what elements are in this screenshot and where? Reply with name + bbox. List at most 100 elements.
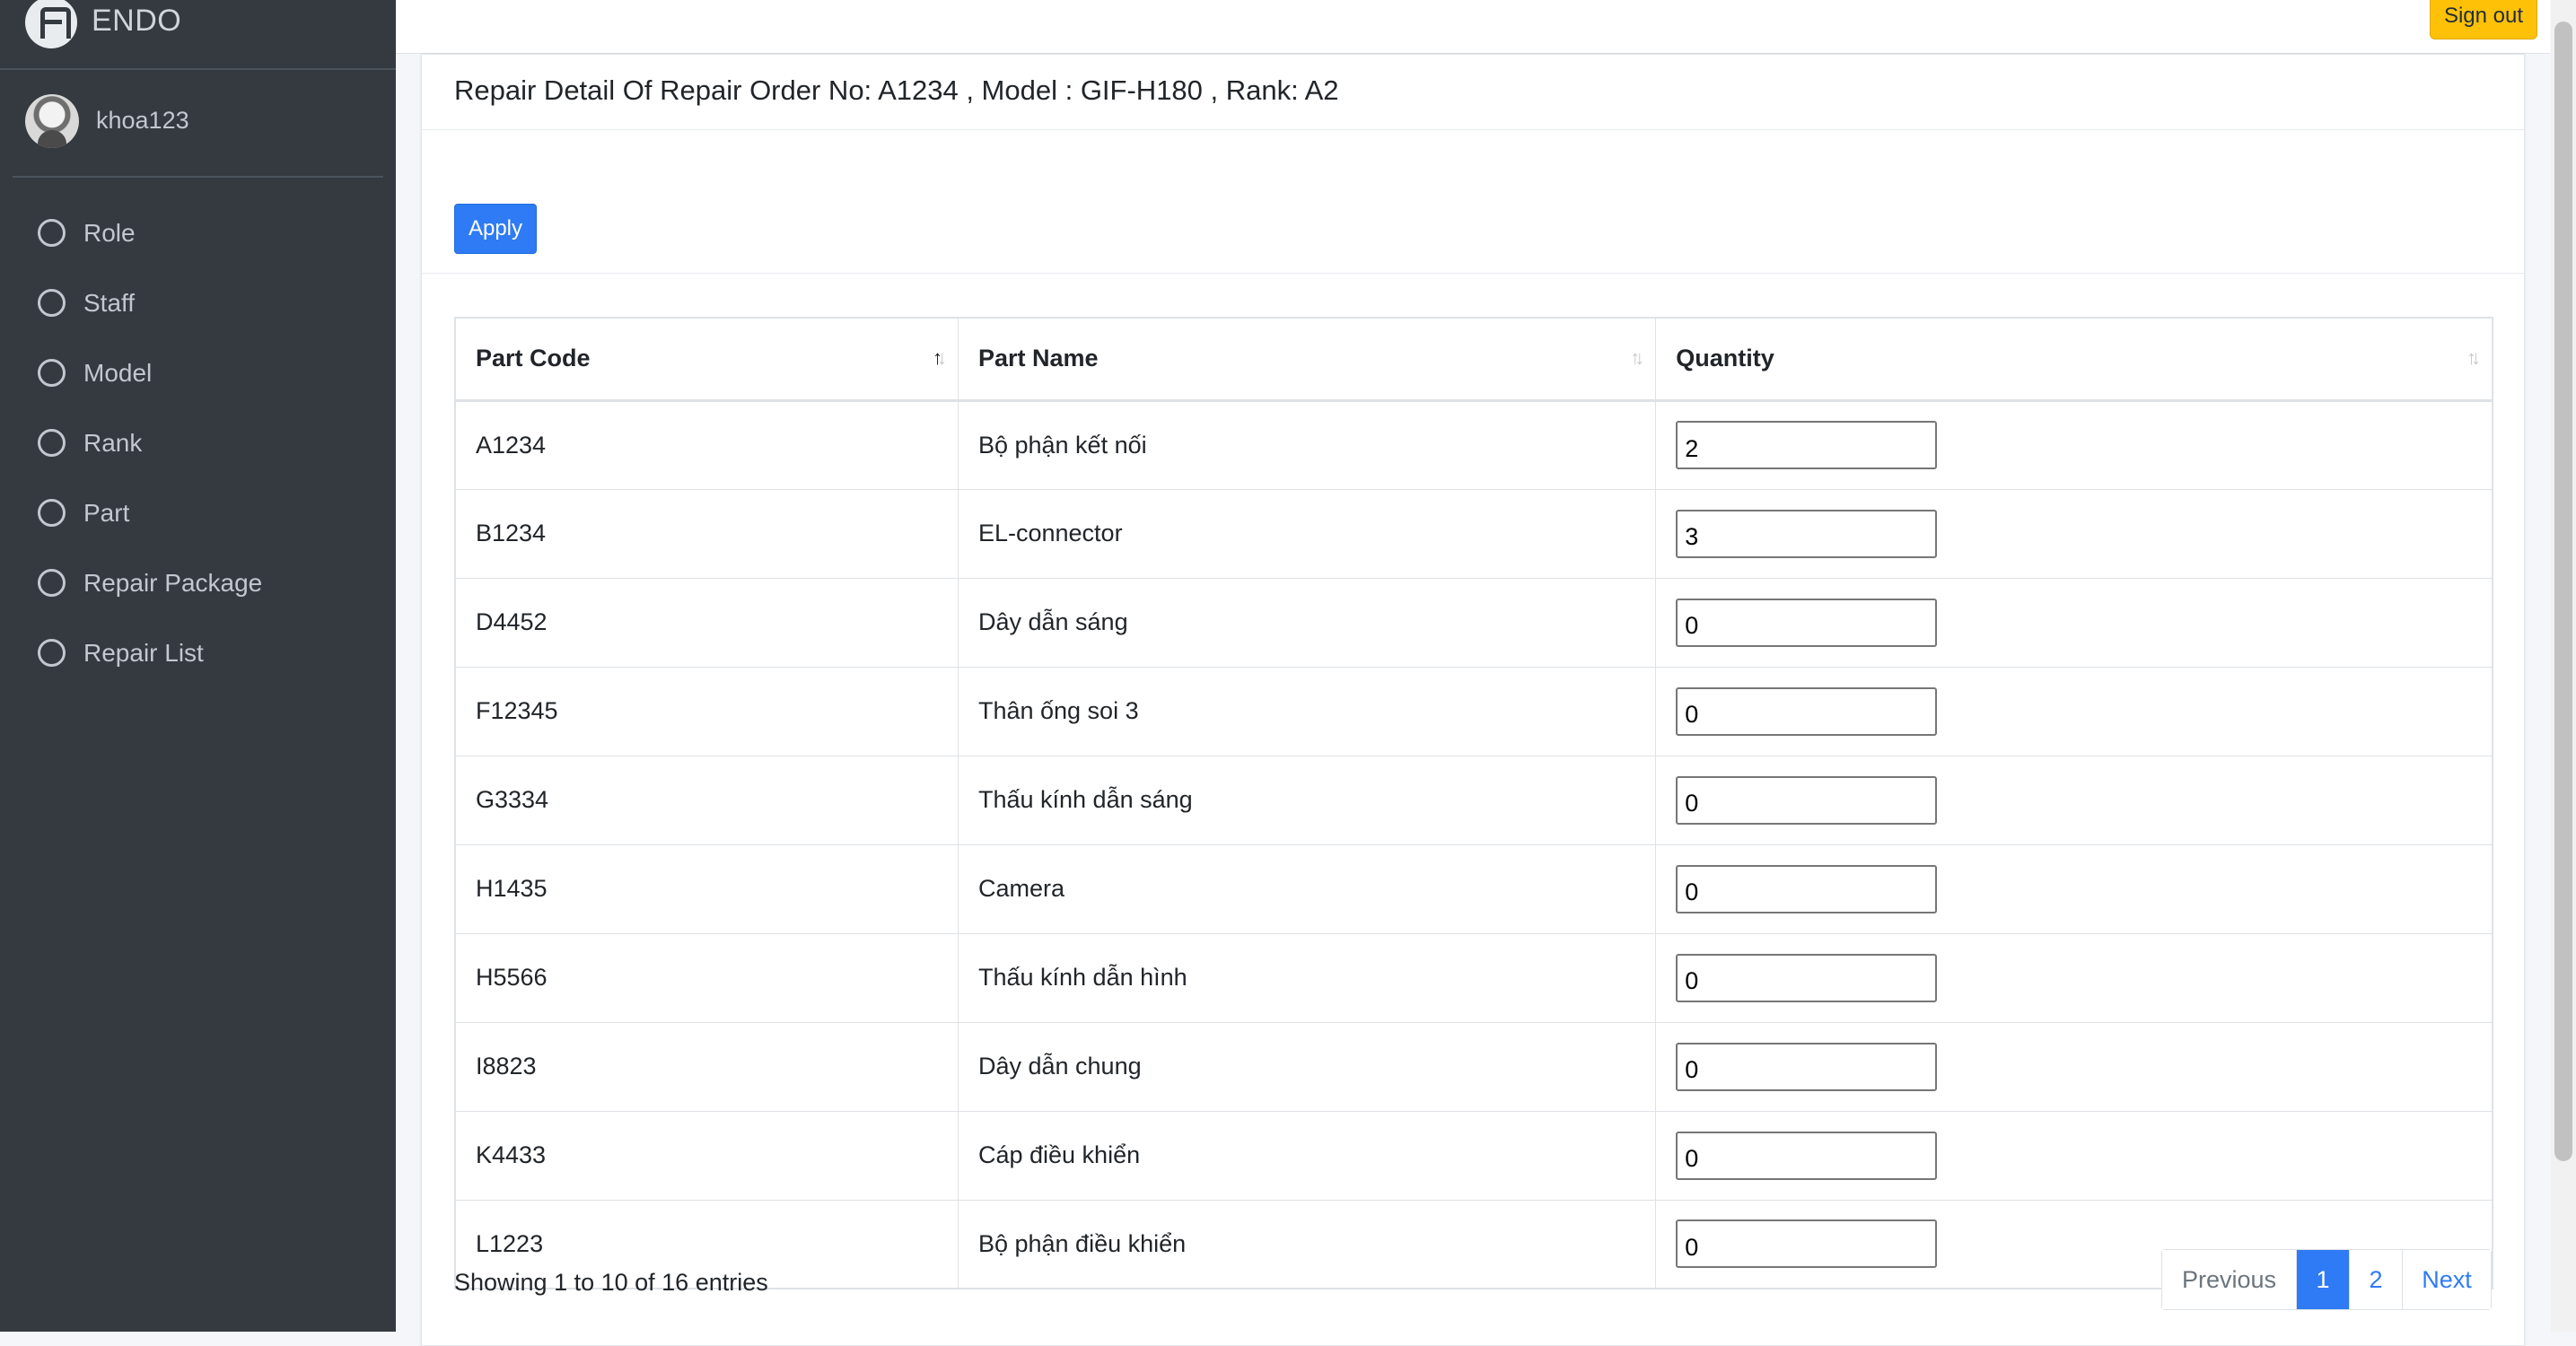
part-name-cell: Thấu kính dẫn sáng: [957, 755, 1657, 845]
table-row: A1234 Bộ phận kết nối: [454, 399, 2493, 490]
quantity-cell: [1655, 932, 2493, 1023]
part-name-cell: Bộ phận điều khiển: [957, 1199, 1657, 1289]
scrollbar-thumb[interactable]: [2554, 22, 2572, 1161]
column-header-label: Part Name: [977, 345, 1099, 372]
sidebar-item-label: Repair List: [83, 639, 204, 667]
pagination-previous-button[interactable]: Previous: [2162, 1250, 2296, 1309]
part-name-cell: Dây dẫn chung: [957, 1021, 1657, 1112]
table-row: F12345 Thân ống soi 3: [454, 666, 2493, 756]
part-name-cell: Cáp điều khiển: [957, 1110, 1657, 1201]
sidebar-item-model[interactable]: Model: [0, 339, 396, 409]
sort-icon: ↑↓: [2466, 346, 2481, 369]
quantity-cell: [1655, 666, 2493, 756]
sort-ascending-icon: ↑↓: [932, 346, 947, 369]
user-panel: khoa123: [0, 70, 396, 178]
circle-icon: [38, 639, 66, 667]
sidebar-item-rank[interactable]: Rank: [0, 409, 396, 479]
column-header-part-name[interactable]: Part Name ↑↓: [957, 317, 1657, 402]
circle-icon: [38, 499, 66, 527]
part-code-cell: I8823: [454, 1021, 959, 1112]
circle-icon: [38, 569, 66, 597]
brand-name: ENDO: [92, 4, 182, 38]
page-title: Repair Detail Of Repair Order No: A1234 …: [454, 74, 1339, 106]
table-row: B1234 EL-connector: [454, 488, 2493, 579]
sidebar-item-label: Repair Package: [83, 569, 263, 597]
table-row: H1435 Camera: [454, 843, 2493, 934]
sidebar-nav: Role Staff Model Rank Part Repair Packag…: [0, 199, 396, 689]
sidebar-item-label: Model: [83, 359, 153, 387]
circle-icon: [38, 289, 66, 317]
sidebar-item-part[interactable]: Part: [0, 479, 396, 549]
card-header: Repair Detail Of Repair Order No: A1234 …: [422, 55, 2524, 130]
sidebar: ENDO khoa123 Role Staff Model Rank Part …: [0, 0, 396, 1332]
part-code-cell: F12345: [454, 666, 959, 756]
sort-icon: ↑↓: [1630, 346, 1644, 369]
part-code-cell: H1435: [454, 843, 959, 934]
quantity-input[interactable]: [1676, 598, 1938, 647]
sidebar-item-label: Part: [83, 499, 130, 527]
quantity-cell: [1655, 755, 2493, 845]
circle-icon: [38, 219, 66, 247]
action-bar: [422, 130, 2524, 274]
part-name-cell: Bộ phận kết nối: [957, 399, 1657, 490]
table-row: H5566 Thấu kính dẫn hình: [454, 932, 2493, 1023]
table-row: G3334 Thấu kính dẫn sáng: [454, 755, 2493, 845]
quantity-cell: [1655, 577, 2493, 668]
pagination-page-2[interactable]: 2: [2349, 1250, 2402, 1309]
circle-icon: [38, 429, 66, 457]
table-header-row: Part Code ↑↓ Part Name ↑↓ Quantity ↑↓: [454, 317, 2493, 402]
table-row: D4452 Dây dẫn sáng: [454, 577, 2493, 668]
quantity-cell: [1655, 1110, 2493, 1201]
brand-link[interactable]: ENDO: [0, 0, 396, 70]
user-name-link[interactable]: khoa123: [96, 107, 189, 135]
part-code-cell: G3334: [454, 755, 959, 845]
quantity-input[interactable]: [1676, 953, 1938, 1002]
quantity-input[interactable]: [1676, 509, 1938, 558]
sidebar-item-label: Rank: [83, 429, 143, 457]
quantity-input[interactable]: [1676, 686, 1938, 736]
column-header-label: Part Code: [476, 345, 591, 372]
brand-logo-icon: [25, 0, 77, 48]
part-code-cell: A1234: [454, 399, 959, 490]
column-header-quantity[interactable]: Quantity ↑↓: [1655, 317, 2493, 402]
table-row: K4433 Cáp điều khiển: [454, 1110, 2493, 1201]
apply-button[interactable]: Apply: [454, 204, 537, 254]
column-header-label: Quantity: [1676, 345, 1774, 372]
sidebar-item-staff[interactable]: Staff: [0, 269, 396, 339]
pagination-page-1[interactable]: 1: [2296, 1250, 2349, 1309]
quantity-input[interactable]: [1676, 775, 1938, 825]
sidebar-item-role[interactable]: Role: [0, 199, 396, 269]
sign-out-button[interactable]: Sign out: [2430, 0, 2537, 39]
quantity-cell: [1655, 1021, 2493, 1112]
sidebar-item-repair-package[interactable]: Repair Package: [0, 549, 396, 619]
part-name-cell: Dây dẫn sáng: [957, 577, 1657, 668]
quantity-cell: [1655, 843, 2493, 934]
circle-icon: [38, 359, 66, 387]
pagination-next-button[interactable]: Next: [2402, 1250, 2491, 1309]
quantity-cell: [1655, 399, 2493, 490]
quantity-input[interactable]: [1676, 1042, 1938, 1091]
sidebar-item-label: Staff: [83, 289, 136, 317]
part-code-cell: B1234: [454, 488, 959, 579]
part-name-cell: Camera: [957, 843, 1657, 934]
sidebar-item-repair-list[interactable]: Repair List: [0, 619, 396, 689]
quantity-input[interactable]: [1676, 1131, 1938, 1180]
sidebar-item-label: Role: [83, 219, 136, 247]
part-code-cell: H5566: [454, 932, 959, 1023]
part-code-cell: D4452: [454, 577, 959, 668]
table-row: I8823 Dây dẫn chung: [454, 1021, 2493, 1112]
column-header-part-code[interactable]: Part Code ↑↓: [454, 317, 959, 402]
part-code-cell: K4433: [454, 1110, 959, 1201]
quantity-input[interactable]: [1676, 421, 1938, 469]
part-name-cell: EL-connector: [957, 488, 1657, 579]
repair-detail-card: Repair Detail Of Repair Order No: A1234 …: [421, 54, 2525, 1346]
pagination: Previous 1 2 Next: [2161, 1249, 2492, 1310]
quantity-input[interactable]: [1676, 1219, 1938, 1269]
part-name-cell: Thân ống soi 3: [957, 666, 1657, 756]
parts-table: Part Code ↑↓ Part Name ↑↓ Quantity ↑↓ A1…: [454, 317, 2493, 1289]
quantity-input[interactable]: [1676, 864, 1938, 913]
part-name-cell: Thấu kính dẫn hình: [957, 932, 1657, 1023]
top-navbar: [396, 0, 2550, 54]
quantity-cell: [1655, 488, 2493, 579]
page-scrollbar[interactable]: [2551, 0, 2576, 1332]
